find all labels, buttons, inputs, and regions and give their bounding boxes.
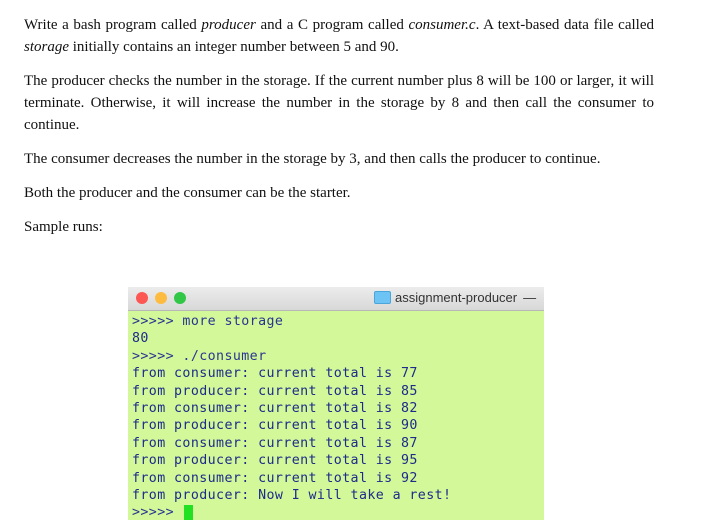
terminal-output[interactable]: >>>>> more storage 80 >>>>> ./consumer f… (128, 311, 544, 520)
terminal-line: >>>>> more storage (132, 314, 284, 329)
terminal-prompt-line[interactable]: >>>>> (132, 504, 540, 520)
terminal-line: from consumer: current total is 77 (132, 366, 418, 382)
close-icon[interactable] (136, 292, 148, 304)
text-run: and a C program called (255, 17, 409, 33)
cursor-icon (184, 504, 194, 520)
terminal-line: from producer: current total is 95 (132, 453, 418, 469)
text-run: . A text-based data file called (475, 17, 654, 33)
terminal-line: from consumer: current total is 87 (132, 435, 418, 451)
terminal-line: from consumer: current total is 92 (132, 470, 418, 486)
terminal-line: >>>>> ./consumer (132, 348, 267, 364)
terminal-line: from producer: Now I will take a rest! (132, 487, 452, 503)
folder-icon (374, 291, 391, 304)
terminal-window: assignment-producer — >>>>> more storage… (128, 287, 544, 520)
terminal-line: from producer: current total is 90 (132, 418, 418, 434)
terminal-line: from consumer: current total is 82 (132, 400, 418, 416)
text-run: Write a bash program called (24, 17, 202, 33)
text-run: initially contains an integer number bet… (69, 39, 399, 55)
final-prompt: >>>>> (132, 505, 183, 520)
paragraph-sample-runs: Sample runs: (24, 219, 103, 235)
traffic-lights (136, 292, 186, 304)
program-name-producer: producer (201, 17, 256, 33)
window-title-suffix: — (523, 290, 537, 305)
terminal-titlebar[interactable]: assignment-producer — (128, 287, 544, 311)
paragraph-starter: Both the producer and the consumer can b… (24, 185, 351, 201)
minimize-icon[interactable] (155, 292, 167, 304)
file-name-storage: storage (24, 39, 69, 55)
window-title-text: assignment-producer (395, 290, 518, 305)
window-title: assignment-producer — (374, 290, 536, 305)
paragraph-producer: The producer checks the number in the st… (24, 73, 654, 133)
paragraph-consumer: The consumer decreases the number in the… (24, 151, 601, 167)
paragraph-intro: Write a bash program called producer and… (24, 14, 654, 58)
assignment-text: Write a bash program called producer and… (24, 14, 654, 250)
program-name-consumer: consumer.c (408, 17, 476, 33)
terminal-line: 80 (132, 331, 149, 347)
zoom-icon[interactable] (174, 292, 186, 304)
terminal-line: from producer: current total is 85 (132, 383, 418, 399)
